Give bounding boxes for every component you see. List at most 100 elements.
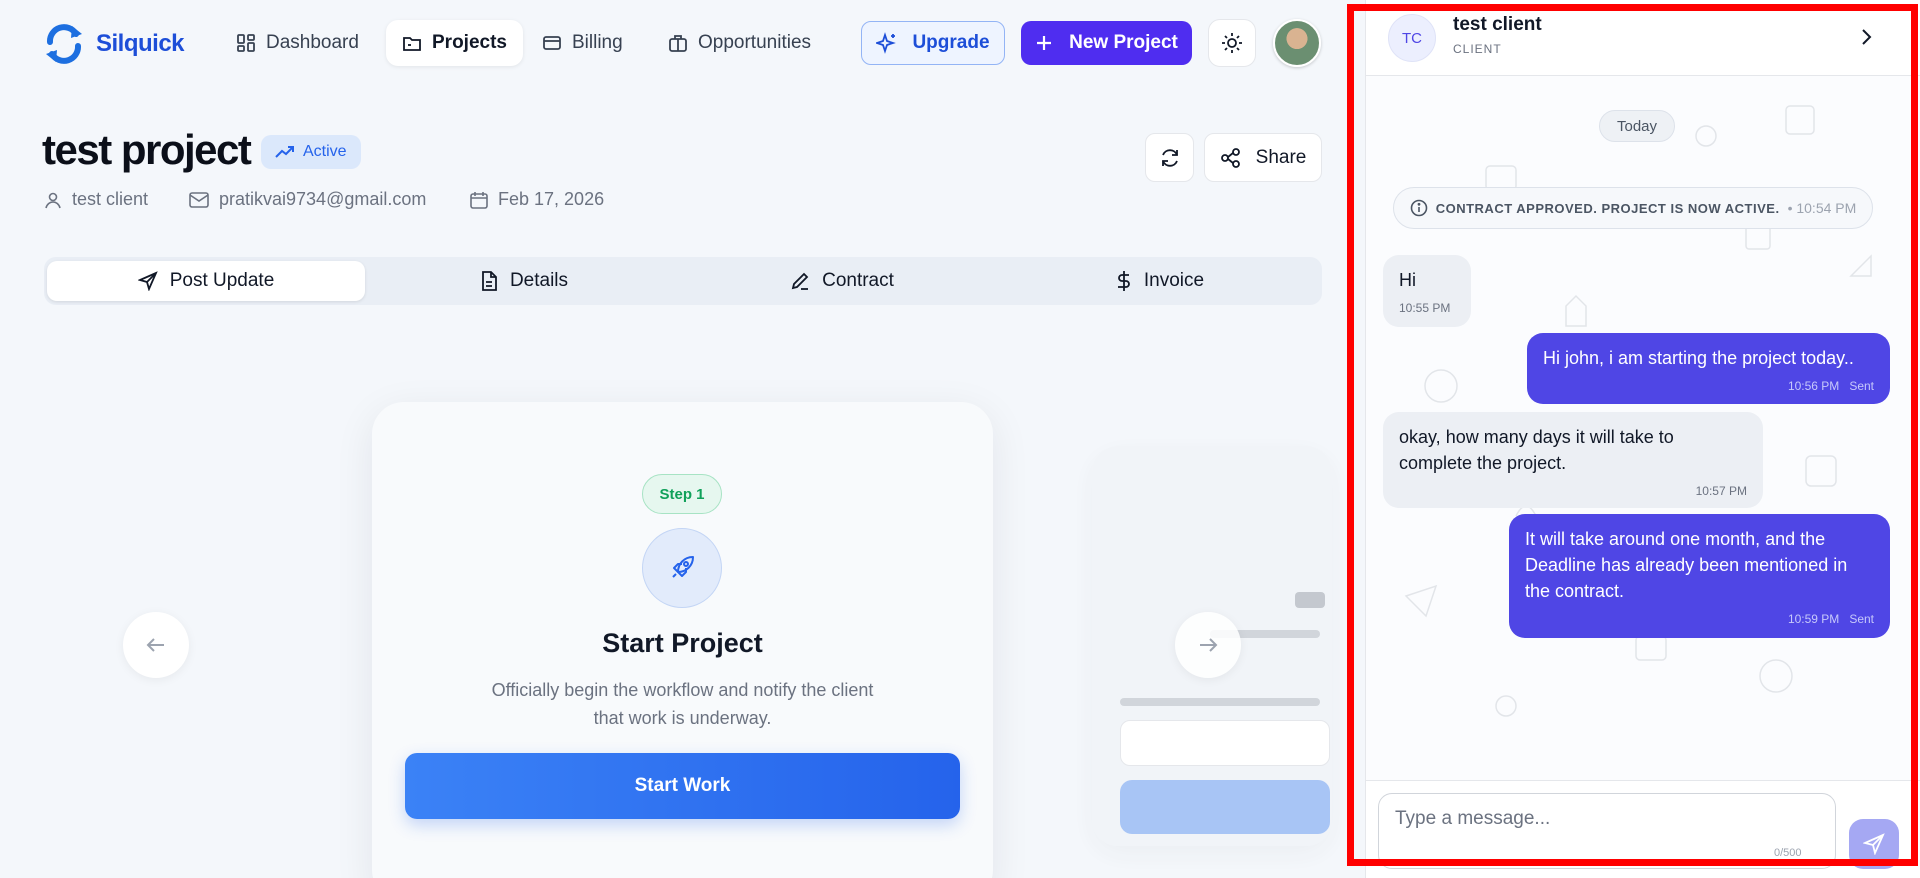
sun-icon bbox=[1222, 33, 1242, 53]
credit-card-icon bbox=[543, 36, 561, 50]
tab-post-update-label: Post Update bbox=[169, 270, 275, 291]
sparkles-icon bbox=[876, 32, 897, 54]
message-meta: 10:56 PM Sent bbox=[1543, 373, 1874, 399]
user-avatar[interactable] bbox=[1273, 19, 1321, 67]
share-button[interactable]: Share bbox=[1204, 133, 1322, 182]
ghost-title bbox=[1295, 592, 1325, 608]
message-time: 10:55 PM bbox=[1399, 301, 1451, 315]
nav-opportunities-label: Opportunities bbox=[698, 32, 812, 53]
client-meta: test client bbox=[44, 189, 148, 210]
message-text: Hi bbox=[1399, 270, 1416, 290]
mail-icon bbox=[189, 191, 209, 208]
project-tabs: Post Update Details Contract Invoice bbox=[44, 257, 1322, 305]
chat-header: TC test client CLIENT bbox=[1366, 0, 1920, 76]
tab-contract-label: Contract bbox=[822, 270, 894, 291]
message-status: Sent bbox=[1849, 612, 1874, 626]
message-bubble: okay, how many days it will take to comp… bbox=[1383, 412, 1763, 508]
start-work-button[interactable]: Start Work bbox=[405, 753, 960, 819]
upgrade-label: Upgrade bbox=[912, 32, 990, 53]
send-icon bbox=[1863, 833, 1885, 855]
nav-opportunities[interactable]: Opportunities bbox=[652, 20, 827, 66]
client-email: pratikvai9734@gmail.com bbox=[219, 189, 427, 209]
rocket-icon bbox=[672, 556, 694, 578]
message-time: 10:57 PM bbox=[1695, 484, 1747, 498]
theme-toggle-button[interactable] bbox=[1208, 19, 1256, 67]
message-time: 10:56 PM bbox=[1787, 379, 1840, 393]
status-badge: Active bbox=[261, 135, 361, 169]
ghost-label-line bbox=[1120, 698, 1320, 706]
collapse-chat-button[interactable] bbox=[1851, 22, 1881, 52]
new-project-label: New Project bbox=[1069, 32, 1178, 53]
briefcase-icon bbox=[669, 35, 687, 52]
upgrade-button[interactable]: Upgrade bbox=[861, 21, 1005, 65]
day-separator: Today bbox=[1599, 110, 1675, 142]
tab-invoice[interactable]: Invoice bbox=[1001, 261, 1319, 301]
chat-composer: Type a message... 0/500 bbox=[1366, 780, 1920, 878]
message-text: Hi john, i am starting the project today… bbox=[1543, 348, 1854, 368]
chat-contact-role: CLIENT bbox=[1453, 42, 1502, 56]
folder-icon bbox=[403, 37, 421, 51]
project-date: Feb 17, 2026 bbox=[498, 189, 605, 209]
logo-icon bbox=[46, 24, 82, 64]
trending-up-icon bbox=[275, 146, 294, 158]
system-message-text: CONTRACT APPROVED. PROJECT IS NOW ACTIVE… bbox=[1435, 200, 1780, 216]
ghost-button bbox=[1120, 780, 1330, 834]
send-icon bbox=[137, 271, 158, 291]
dollar-icon bbox=[1117, 271, 1130, 291]
system-message: CONTRACT APPROVED. PROJECT IS NOW ACTIVE… bbox=[1393, 187, 1873, 229]
previous-step-button[interactable] bbox=[123, 612, 189, 678]
logo[interactable]: Silquick bbox=[42, 24, 185, 64]
client-name: test client bbox=[72, 189, 149, 209]
nav-billing[interactable]: Billing bbox=[526, 20, 639, 66]
chat-contact-avatar: TC bbox=[1388, 14, 1436, 62]
char-count: 0/500 bbox=[1774, 847, 1802, 859]
share-label: Share bbox=[1255, 146, 1307, 168]
chevron-right-icon bbox=[1862, 29, 1872, 45]
calendar-icon bbox=[470, 191, 488, 209]
message-bubble: It will take around one month, and the D… bbox=[1509, 514, 1890, 638]
user-icon bbox=[45, 192, 61, 208]
send-button[interactable] bbox=[1849, 819, 1899, 869]
document-icon bbox=[482, 271, 497, 291]
step-title: Start Project bbox=[602, 628, 763, 658]
plus-icon bbox=[1037, 36, 1052, 50]
nav-projects[interactable]: Projects bbox=[386, 20, 523, 66]
nav-billing-label: Billing bbox=[572, 32, 623, 53]
share-icon bbox=[1220, 147, 1240, 168]
info-icon bbox=[1410, 199, 1428, 217]
ghost-input bbox=[1120, 720, 1330, 766]
nav-dashboard[interactable]: Dashboard bbox=[220, 20, 375, 66]
page-title: test project bbox=[42, 126, 252, 173]
chat-panel: TC test client CLIENT Today CONTRACT APP… bbox=[1365, 0, 1920, 878]
tab-details[interactable]: Details bbox=[365, 261, 683, 301]
new-project-button[interactable]: New Project bbox=[1021, 21, 1192, 65]
step-description: Officially begin the workflow and notify… bbox=[491, 680, 874, 728]
refresh-icon bbox=[1161, 148, 1178, 167]
arrow-right-icon bbox=[1200, 638, 1218, 652]
arrow-left-icon bbox=[146, 638, 164, 652]
message-status: Sent bbox=[1849, 379, 1874, 393]
refresh-button[interactable] bbox=[1145, 133, 1194, 182]
dashboard-icon bbox=[237, 34, 255, 52]
message-text: okay, how many days it will take to comp… bbox=[1399, 427, 1674, 473]
message-input[interactable]: Type a message... bbox=[1378, 793, 1836, 869]
tab-post-update[interactable]: Post Update bbox=[47, 261, 365, 301]
message-meta: 10:59 PM Sent bbox=[1525, 606, 1874, 632]
rocket-icon-wrap bbox=[642, 528, 722, 608]
email-meta: pratikvai9734@gmail.com bbox=[189, 189, 426, 210]
message-bubble: Hi john, i am starting the project today… bbox=[1527, 333, 1890, 404]
nav-projects-label: Projects bbox=[432, 32, 507, 53]
tab-contract[interactable]: Contract bbox=[683, 261, 1001, 301]
system-message-time: • 10:54 PM bbox=[1787, 200, 1857, 216]
logo-text: Silquick bbox=[96, 30, 185, 57]
message-time: 10:59 PM bbox=[1787, 612, 1840, 626]
message-bubble: Hi 10:55 PM bbox=[1383, 255, 1471, 327]
status-label: Active bbox=[303, 143, 347, 160]
date-meta: Feb 17, 2026 bbox=[470, 189, 604, 210]
tab-invoice-label: Invoice bbox=[1143, 270, 1205, 291]
message-text: It will take around one month, and the D… bbox=[1525, 529, 1848, 601]
tab-details-label: Details bbox=[509, 270, 569, 291]
nav-dashboard-label: Dashboard bbox=[266, 32, 359, 53]
pen-icon bbox=[791, 272, 809, 290]
next-step-button[interactable] bbox=[1175, 612, 1241, 678]
